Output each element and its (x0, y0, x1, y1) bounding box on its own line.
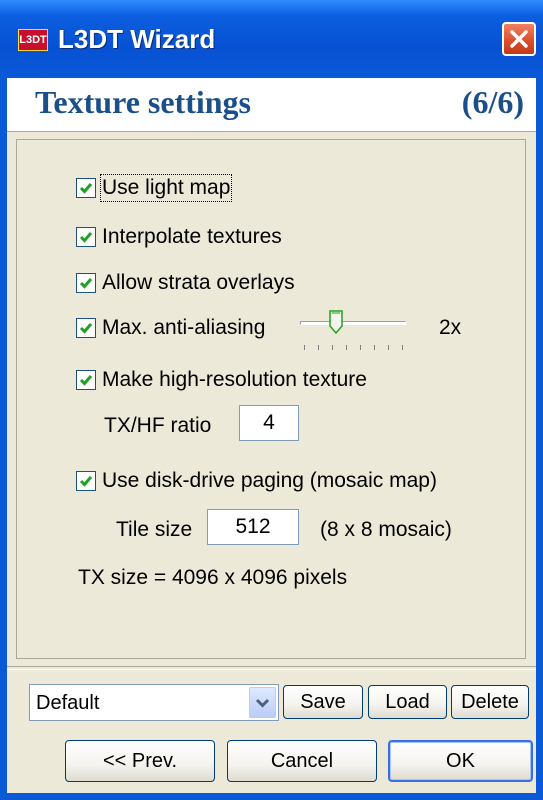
slider-tick (388, 345, 389, 350)
dialog-client: Texture settings (6/6) Use light map Int… (7, 78, 536, 793)
slider-tick (332, 345, 333, 350)
checkmark-icon (79, 183, 93, 194)
anti-aliasing-slider-thumb[interactable] (329, 310, 343, 334)
anti-aliasing-value: 2x (439, 316, 462, 339)
ok-button[interactable]: OK (388, 740, 533, 782)
slider-tick (360, 345, 361, 350)
window-title: L3DT Wizard (58, 24, 216, 54)
checkmark-icon (79, 476, 93, 487)
app-icon: L3DT (18, 29, 48, 51)
use-light-map-option[interactable]: Use light map (76, 174, 233, 202)
interpolate-textures-checkbox[interactable] (76, 227, 96, 247)
load-preset-button[interactable]: Load (368, 685, 447, 719)
high-res-texture-label: Make high-resolution texture (102, 368, 367, 391)
step-indicator: (6/6) (461, 84, 524, 120)
disk-paging-label: Use disk-drive paging (mosaic map) (102, 469, 437, 492)
title-bar[interactable]: L3DT L3DT Wizard (0, 0, 543, 78)
page-header: Texture settings (6/6) (7, 78, 536, 132)
allow-strata-overlays-checkbox[interactable] (76, 273, 96, 293)
close-button[interactable] (502, 22, 536, 56)
tx-size-readout: TX size = 4096 x 4096 pixels (78, 566, 348, 589)
close-icon (510, 30, 528, 48)
disk-paging-checkbox[interactable] (76, 471, 96, 491)
slider-tick (374, 345, 375, 350)
cancel-button[interactable]: Cancel (227, 740, 377, 782)
high-res-texture-checkbox[interactable] (76, 370, 96, 390)
chevron-down-icon (255, 698, 270, 708)
wizard-window: L3DT L3DT Wizard Texture settings (6/6) … (0, 0, 543, 800)
max-anti-aliasing-option[interactable]: Max. anti-aliasing (76, 316, 265, 340)
high-res-texture-option[interactable]: Make high-resolution texture (76, 368, 367, 392)
slider-tick (346, 345, 347, 350)
preset-selected-value: Default (36, 692, 100, 714)
checkmark-icon (79, 278, 93, 289)
tile-size-input[interactable]: 512 (207, 509, 299, 545)
preset-dropdown-button[interactable] (249, 687, 276, 718)
slider-tick (304, 345, 305, 350)
use-light-map-checkbox[interactable] (76, 178, 96, 198)
tile-size-label: Tile size (116, 518, 193, 541)
delete-preset-button[interactable]: Delete (451, 685, 529, 719)
anti-aliasing-slider-track[interactable] (300, 321, 406, 325)
use-light-map-label: Use light map (99, 174, 233, 202)
mosaic-note: (8 x 8 mosaic) (320, 518, 452, 541)
checkmark-icon (79, 323, 93, 334)
tx-hf-ratio-label: TX/HF ratio (104, 414, 212, 437)
prev-button[interactable]: << Prev. (65, 740, 215, 782)
checkmark-icon (79, 375, 93, 386)
checkmark-icon (79, 232, 93, 243)
interpolate-textures-label: Interpolate textures (102, 225, 282, 248)
slider-tick (402, 345, 403, 350)
interpolate-textures-option[interactable]: Interpolate textures (76, 225, 282, 249)
max-anti-aliasing-checkbox[interactable] (76, 318, 96, 338)
allow-strata-overlays-label: Allow strata overlays (102, 271, 295, 294)
tx-hf-ratio-input[interactable]: 4 (239, 405, 299, 441)
page-title: Texture settings (35, 84, 251, 120)
preset-select[interactable]: Default (29, 684, 279, 721)
save-preset-button[interactable]: Save (283, 685, 363, 719)
slider-tick (318, 345, 319, 350)
max-anti-aliasing-label: Max. anti-aliasing (102, 316, 266, 339)
disk-paging-option[interactable]: Use disk-drive paging (mosaic map) (76, 469, 437, 493)
allow-strata-overlays-option[interactable]: Allow strata overlays (76, 271, 295, 295)
footer-divider (7, 666, 536, 670)
